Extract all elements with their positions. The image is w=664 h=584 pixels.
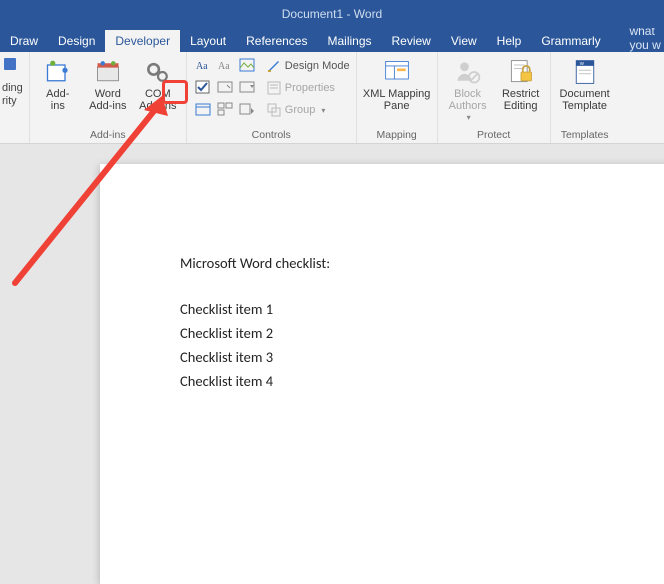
store-icon [94, 58, 122, 86]
tab-help[interactable]: Help [487, 30, 532, 52]
word-addins-button[interactable]: Word Add-ins [86, 56, 130, 114]
document-template-button[interactable]: W Document Template [557, 56, 613, 114]
group-button[interactable]: Group▾ [267, 100, 350, 120]
picture-control-icon[interactable] [237, 56, 257, 74]
list-item: Checklist item 4 [180, 372, 664, 390]
design-mode-icon [267, 59, 281, 73]
restrict-editing-icon [507, 58, 535, 86]
group-templates-label: Templates [557, 127, 613, 141]
block-authors-icon [454, 58, 482, 86]
tab-developer[interactable]: Developer [105, 30, 180, 52]
checkbox-control-icon[interactable] [193, 78, 213, 96]
document-workspace: Microsoft Word checklist: Checklist item… [0, 144, 664, 500]
group-cutoff-left: ding rity [0, 52, 30, 143]
document-template-icon: W [571, 58, 599, 86]
plain-text-control-icon[interactable]: Aa [215, 56, 235, 74]
properties-icon [267, 81, 281, 95]
group-protect-label: Protect [444, 127, 544, 141]
group-controls-label: Controls [193, 127, 350, 141]
legacy-tools-icon[interactable] [237, 100, 257, 118]
group-templates: W Document Template Templates [551, 52, 619, 143]
design-mode-button[interactable]: Design Mode [267, 56, 350, 76]
doc-heading: Microsoft Word checklist: [180, 254, 664, 272]
block-authors-button[interactable]: Block Authors▾ [444, 56, 492, 125]
svg-text:Aa: Aa [196, 61, 208, 72]
group-mapping-label: Mapping [363, 127, 431, 141]
group-mapping: XML Mapping Pane Mapping [357, 52, 438, 143]
tab-review[interactable]: Review [382, 30, 441, 52]
com-addins-button[interactable]: COM Add-ins [136, 56, 180, 114]
group-addins-label: Add-ins [36, 127, 180, 141]
date-picker-control-icon[interactable] [193, 100, 213, 118]
xml-mapping-button[interactable]: XML Mapping Pane [363, 56, 431, 114]
gears-icon [144, 58, 172, 86]
repeating-section-control-icon[interactable] [215, 100, 235, 118]
group-protect: Block Authors▾ Restrict Editing Protect [438, 52, 551, 143]
ribbon: ding rity Add- ins Word Add-ins COM Add-… [0, 52, 664, 144]
tab-design[interactable]: Design [48, 30, 105, 52]
addins-icon [44, 58, 72, 86]
xml-mapping-icon [383, 58, 411, 86]
tab-view[interactable]: View [441, 30, 487, 52]
group-icon [267, 103, 281, 117]
tab-draw[interactable]: Draw [0, 30, 48, 52]
recording-stop-icon [2, 56, 20, 82]
addins-button[interactable]: Add- ins [36, 56, 80, 114]
controls-gallery: Aa Aa [193, 56, 257, 120]
tab-grammarly[interactable]: Grammarly [531, 30, 610, 52]
dropdown-control-icon[interactable] [237, 78, 257, 96]
chevron-down-icon: ▾ [321, 106, 325, 115]
group-controls: Aa Aa Design Mode Properties [187, 52, 357, 143]
document-page[interactable]: Microsoft Word checklist: Checklist item… [100, 164, 664, 584]
svg-text:Aa: Aa [218, 61, 230, 72]
properties-button[interactable]: Properties [267, 78, 350, 98]
tab-references[interactable]: References [236, 30, 317, 52]
restrict-editing-button[interactable]: Restrict Editing [498, 56, 544, 114]
rich-text-control-icon[interactable]: Aa [193, 56, 213, 74]
window-title: Document1 - Word [282, 7, 382, 21]
group-addins: Add- ins Word Add-ins COM Add-ins Add-in… [30, 52, 187, 143]
ribbon-tabs: Draw Design Developer Layout References … [0, 28, 664, 52]
list-item: Checklist item 3 [180, 348, 664, 366]
list-item: Checklist item 2 [180, 324, 664, 342]
list-item: Checklist item 1 [180, 300, 664, 318]
combo-box-control-icon[interactable] [215, 78, 235, 96]
chevron-down-icon: ▾ [467, 114, 471, 123]
title-bar: Document1 - Word [0, 0, 664, 28]
tab-layout[interactable]: Layout [180, 30, 236, 52]
tab-mailings[interactable]: Mailings [317, 30, 381, 52]
doc-items: Checklist item 1 Checklist item 2 Checkl… [180, 300, 664, 390]
